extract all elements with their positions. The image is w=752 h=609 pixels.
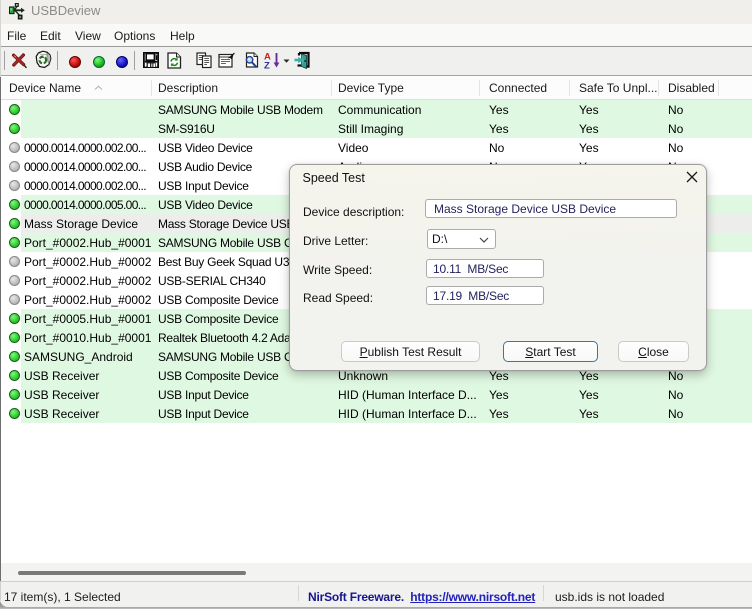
svg-text:Z: Z [264,61,270,71]
